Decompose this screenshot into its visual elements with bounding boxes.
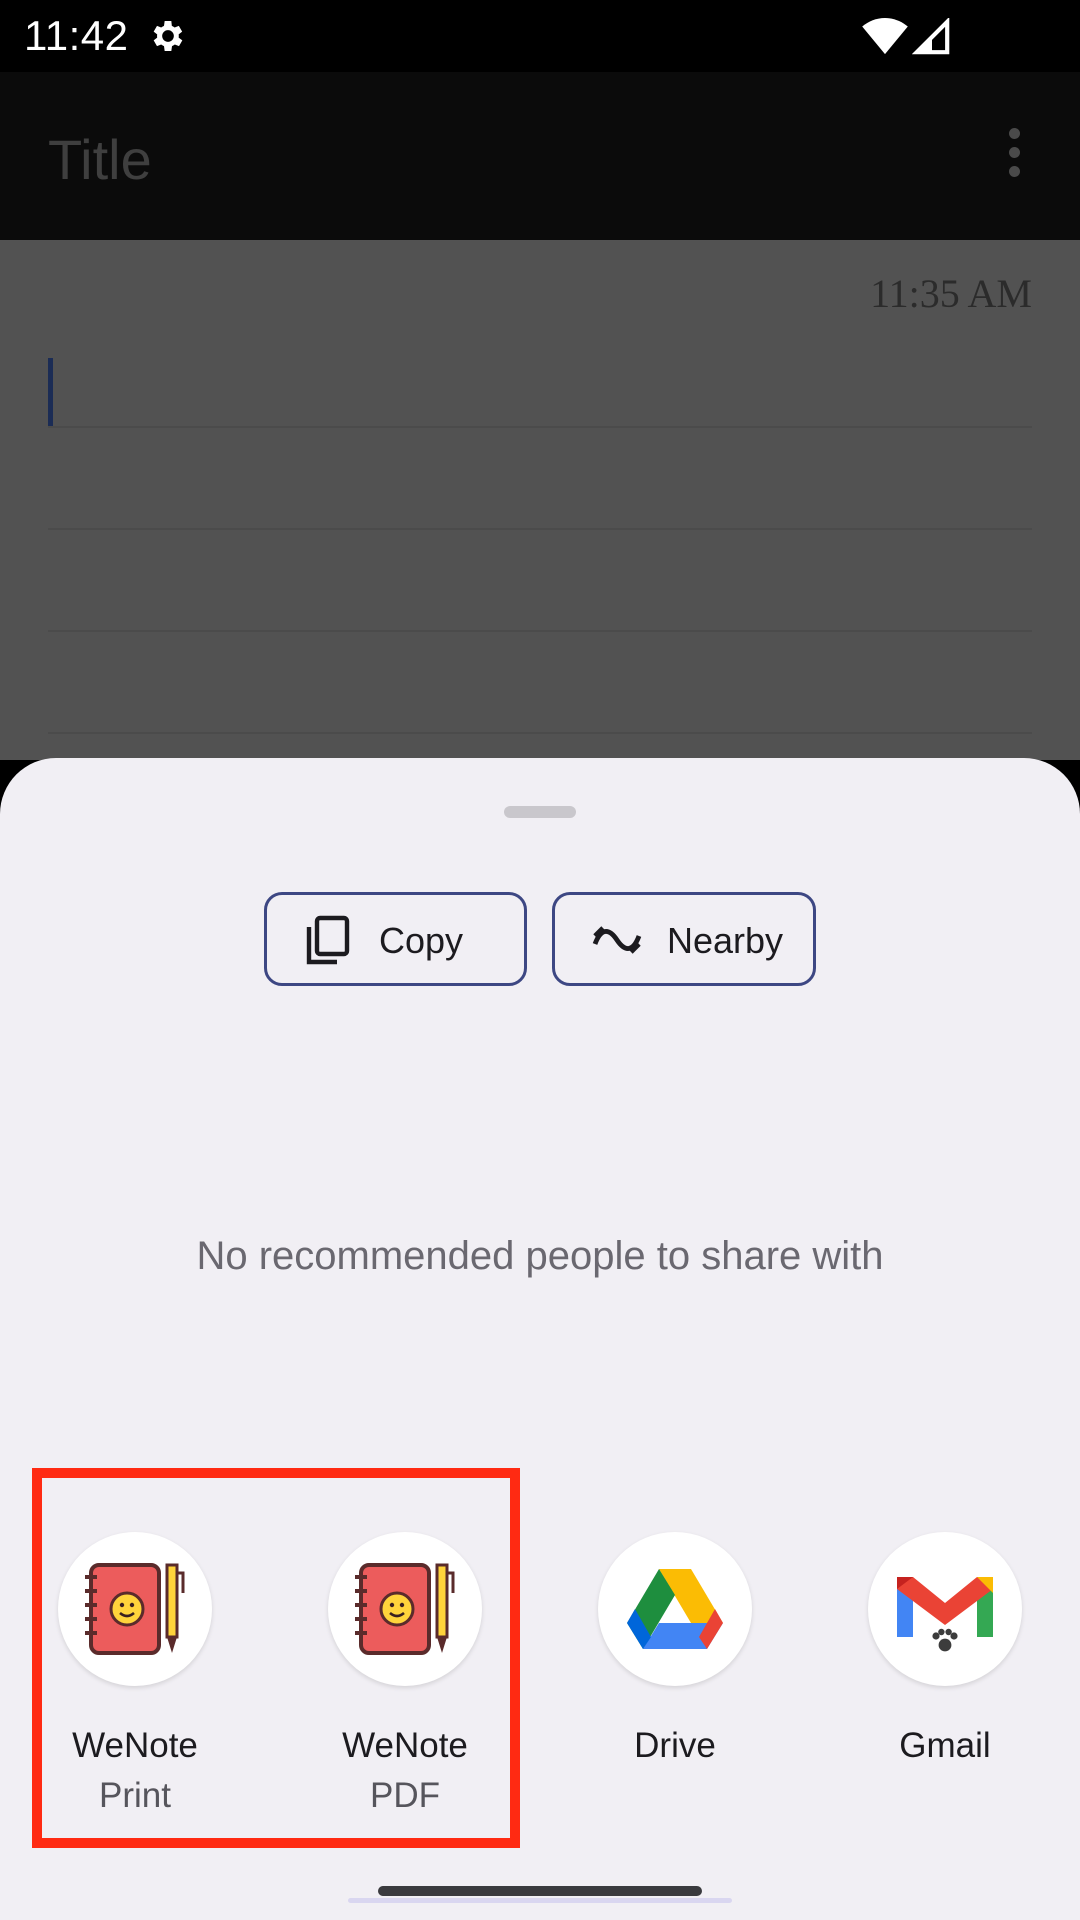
gesture-bar-underline xyxy=(348,1898,732,1903)
note-app-bar: Title xyxy=(0,72,1080,240)
app-name: Gmail xyxy=(899,1726,991,1765)
note-title-field: Title xyxy=(48,128,152,191)
wifi-icon xyxy=(862,18,908,55)
note-timestamp: 11:35 AM xyxy=(870,271,1032,316)
overflow-menu-icon xyxy=(1000,128,1028,184)
ruled-line xyxy=(48,732,1032,734)
nearby-share-button[interactable]: Nearby xyxy=(552,892,816,986)
sheet-drag-handle[interactable] xyxy=(504,806,576,818)
gmail-icon xyxy=(868,1532,1022,1686)
cell-signal-icon xyxy=(912,18,950,55)
status-bar: 11:42 xyxy=(0,0,1080,72)
status-time: 11:42 xyxy=(24,12,129,59)
share-sheet: Copy Nearby No recommended people to sha… xyxy=(0,758,1080,1920)
app-name: Drive xyxy=(634,1726,716,1765)
copy-button-label: Copy xyxy=(379,920,464,961)
ruled-line xyxy=(48,630,1032,632)
ruled-line xyxy=(48,426,1032,428)
google-drive-icon xyxy=(598,1532,752,1686)
ruled-line xyxy=(48,528,1032,530)
gesture-navigation-bar[interactable] xyxy=(378,1886,702,1896)
copy-icon xyxy=(306,915,350,965)
highlight-box xyxy=(32,1468,520,1848)
text-caret xyxy=(48,358,53,426)
share-target-drive[interactable]: Drive xyxy=(540,1532,810,1832)
copy-button[interactable]: Copy xyxy=(264,892,527,986)
nearby-button-label: Nearby xyxy=(667,920,784,961)
settings-icon xyxy=(153,21,183,51)
nearby-share-icon xyxy=(592,926,642,954)
no-recommended-people-text: No recommended people to share with xyxy=(196,1234,884,1278)
share-target-gmail[interactable]: Gmail xyxy=(810,1532,1080,1832)
note-editor: 11:35 AM xyxy=(0,240,1080,760)
